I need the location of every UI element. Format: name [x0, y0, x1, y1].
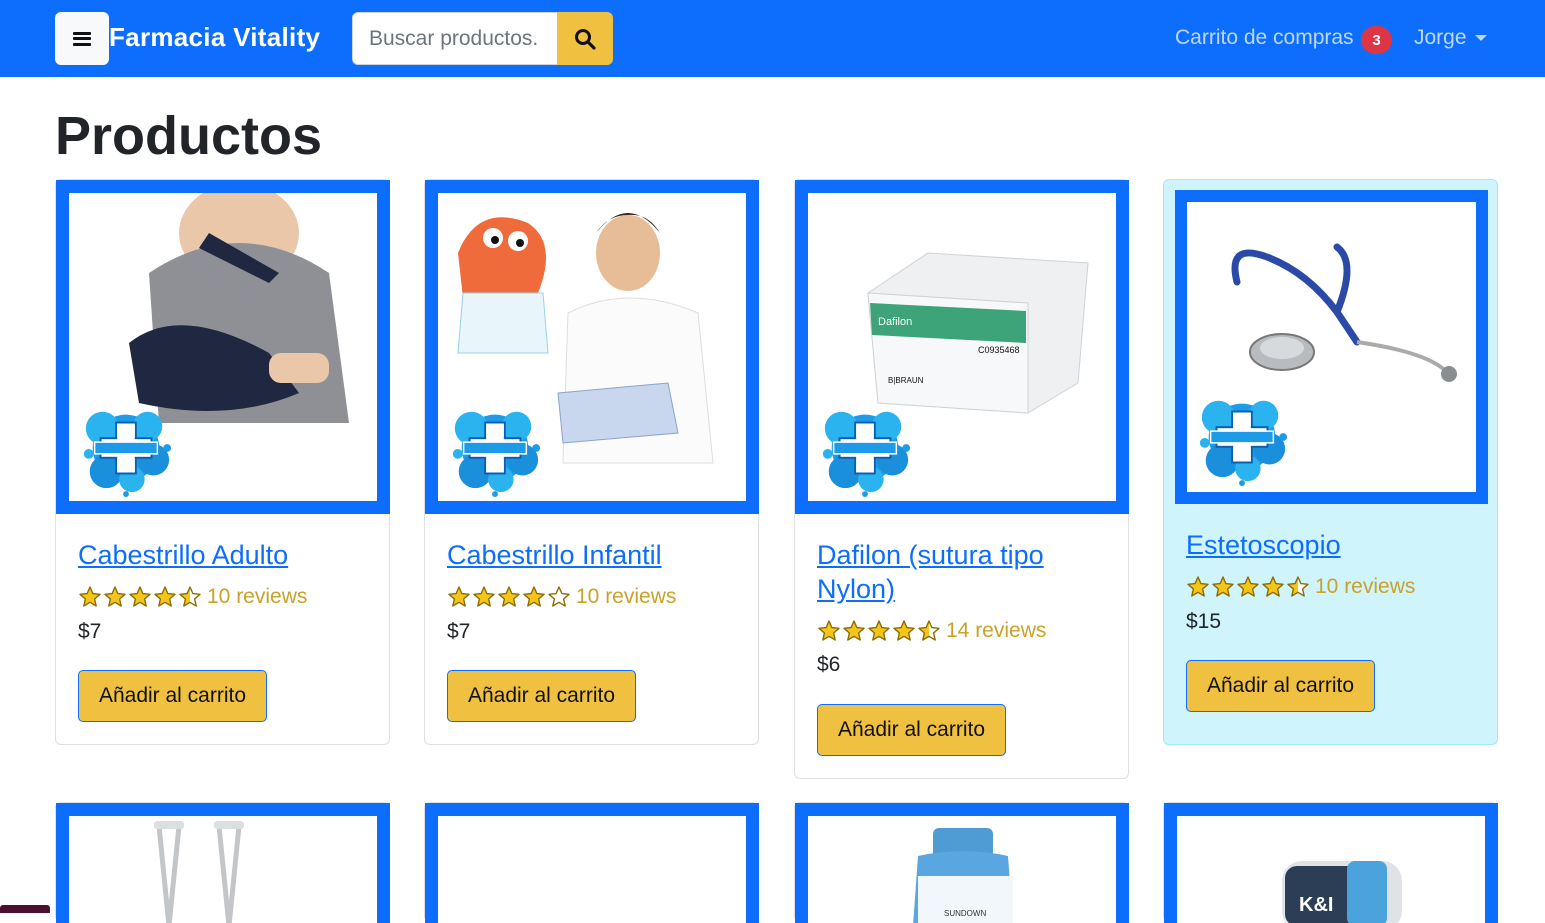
search-button[interactable]: [557, 12, 613, 65]
vitamin-bottle-label: SUNDOWN: [944, 909, 986, 918]
rating-stars: [1186, 575, 1311, 599]
product-name-link[interactable]: Estetoscopio: [1186, 528, 1476, 562]
reviews-count: 10 reviews: [1315, 575, 1416, 598]
add-to-cart-button[interactable]: Añadir al carrito: [447, 670, 636, 722]
star-full-icon: [843, 620, 865, 641]
star-full-icon: [893, 620, 915, 641]
star-full-icon: [1187, 576, 1209, 597]
star-empty-icon: [548, 586, 570, 607]
rating-stars: [78, 585, 203, 609]
user-menu[interactable]: Jorge: [1414, 26, 1467, 50]
brand-link[interactable]: Farmacia Vitality: [109, 22, 320, 53]
add-to-cart-button[interactable]: Añadir al carrito: [817, 704, 1006, 756]
reviews-count: 10 reviews: [207, 585, 308, 608]
product-rating: 10 reviews: [447, 585, 676, 609]
star-full-icon: [129, 586, 151, 607]
rating-stars: [817, 619, 942, 643]
cart-link[interactable]: Carrito de compras: [1175, 26, 1354, 50]
dafilon-box-label: Dafilon: [878, 316, 912, 328]
page-title: Productos: [55, 106, 323, 166]
star-full-icon: [1237, 576, 1259, 597]
product-image-suture-box: Dafilon C0935468 B|BRAUN: [808, 193, 1116, 501]
caret-down-icon[interactable]: [1475, 35, 1487, 41]
vitality-logo: [821, 410, 912, 497]
product-name-link[interactable]: Dafilon (sutura tipo Nylon): [817, 538, 1107, 606]
product-price: $7: [78, 620, 102, 643]
menu-toggle-button[interactable]: [55, 12, 109, 65]
star-full-icon: [818, 620, 840, 641]
reviews-count: 14 reviews: [946, 619, 1047, 642]
star-full-icon: [104, 586, 126, 607]
add-to-cart-button[interactable]: Añadir al carrito: [78, 670, 267, 722]
star-full-icon: [79, 586, 101, 607]
cart-count-badge: 3: [1361, 26, 1392, 54]
rating-stars: [447, 585, 572, 609]
star-half-icon: [1287, 576, 1309, 597]
product-image-crutches: [69, 816, 377, 923]
product-price: $7: [447, 620, 471, 643]
hamburger-icon: [73, 31, 91, 46]
product-card: Cabestrillo Infantil 10 reviews $7 Añadi…: [424, 179, 759, 745]
dafilon-box-code: C0935468: [978, 345, 1020, 355]
product-card: [55, 802, 390, 923]
star-full-icon: [448, 586, 470, 607]
product-image-arm-sling: [69, 193, 377, 501]
dafilon-box-maker: B|BRAUN: [888, 376, 924, 385]
star-full-icon: [154, 586, 176, 607]
star-full-icon: [498, 586, 520, 607]
product-price: $6: [817, 653, 841, 676]
star-full-icon: [868, 620, 890, 641]
star-full-icon: [473, 586, 495, 607]
product-price: $15: [1186, 610, 1222, 633]
add-to-cart-button[interactable]: Añadir al carrito: [1186, 660, 1375, 712]
product-image-frame[interactable]: [425, 803, 759, 923]
product-image-device: K&I: [1177, 816, 1485, 923]
product-image-frame[interactable]: SUNDOWN: [795, 803, 1129, 923]
star-half-icon: [179, 586, 201, 607]
product-image-frame[interactable]: [56, 803, 390, 923]
product-rating: 10 reviews: [1186, 575, 1415, 599]
product-image: [438, 816, 746, 923]
product-image-frame[interactable]: K&I: [1164, 803, 1498, 923]
product-image-vitamin-bottle: SUNDOWN: [808, 816, 1116, 923]
product-image-stethoscope: [1187, 202, 1476, 492]
product-image-frame[interactable]: [56, 180, 390, 514]
product-image-child-sling: [438, 193, 746, 501]
product-rating: 10 reviews: [78, 585, 307, 609]
product-card: Dafilon C0935468 B|BRAUN Dafilon (sutura…: [794, 179, 1129, 779]
star-full-icon: [1262, 576, 1284, 597]
navbar: Farmacia Vitality Buscar productos. Carr…: [0, 0, 1545, 77]
product-name-link[interactable]: Cabestrillo Infantil: [447, 538, 737, 572]
product-rating: 14 reviews: [817, 619, 1046, 643]
corner-widget[interactable]: [0, 905, 50, 913]
product-card-highlighted: Estetoscopio 10 reviews $15 Añadir al ca…: [1163, 179, 1498, 745]
star-half-icon: [918, 620, 940, 641]
search-icon: [575, 28, 596, 50]
vitality-logo: [451, 410, 542, 497]
product-image-frame[interactable]: Dafilon C0935468 B|BRAUN: [795, 180, 1129, 514]
product-name-link[interactable]: Cabestrillo Adulto: [78, 538, 368, 572]
search-input[interactable]: Buscar productos.: [352, 12, 558, 65]
vitality-logo: [1198, 399, 1289, 486]
product-card: K&I: [1163, 802, 1498, 923]
star-full-icon: [1212, 576, 1234, 597]
product-image-frame[interactable]: [425, 180, 759, 514]
star-full-icon: [523, 586, 545, 607]
vitality-logo: [82, 410, 173, 497]
product-card: Cabestrillo Adulto 10 reviews $7 Añadir …: [55, 179, 390, 745]
product-card: [424, 802, 759, 923]
product-card: SUNDOWN: [794, 802, 1129, 923]
reviews-count: 10 reviews: [576, 585, 677, 608]
product-image-frame[interactable]: [1175, 190, 1488, 504]
